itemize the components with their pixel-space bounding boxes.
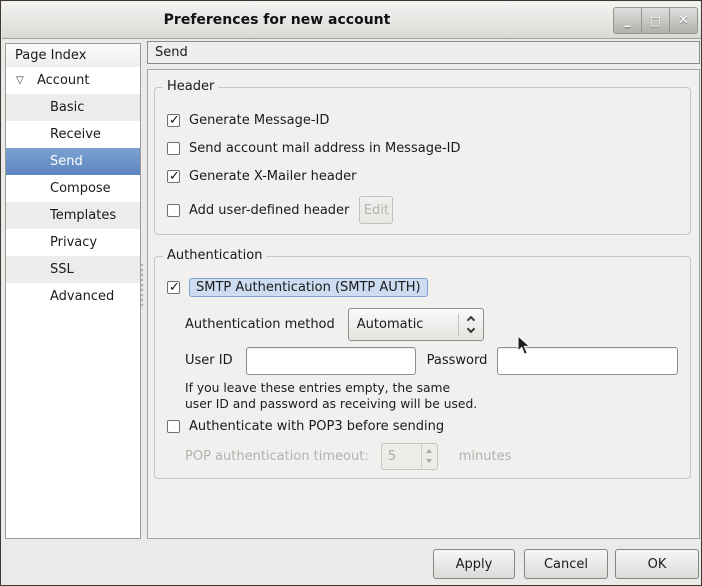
sidebar-item-ssl[interactable]: SSL [6,256,140,283]
user-id-field[interactable] [246,347,416,375]
pop-timeout-row: POP authentication timeout: 5 minutes [155,442,690,470]
auth-method-row: Authentication method Automatic [155,308,690,341]
user-defined-header-row: Add user-defined header Edit [155,196,690,224]
sidebar-item-privacy[interactable]: Privacy [6,229,140,256]
generate-message-id-checkbox[interactable] [167,114,180,127]
smtp-auth-label[interactable]: SMTP Authentication (SMTP AUTH) [189,278,428,297]
pop-timeout-value: 5 [382,449,421,464]
page-title: Send [147,41,700,64]
page-index-tree: ▽ Account Basic Receive Send Compose Tem… [5,67,141,539]
mouse-cursor [517,335,531,356]
auth-method-value: Automatic [357,317,424,332]
sidebar-item-account[interactable]: ▽ Account [6,67,140,94]
minimize-button[interactable]: _ [613,7,642,34]
sidebar-item-send[interactable]: Send [6,148,140,175]
pop-timeout-spinner[interactable]: 5 [381,443,438,470]
credentials-note: If you leave these entries empty, the sa… [185,380,477,412]
smtp-auth-row: SMTP Authentication (SMTP AUTH) [155,275,690,299]
user-defined-header-checkbox[interactable] [167,204,180,217]
auth-method-dropdown[interactable]: Automatic [348,308,484,341]
pop-timeout-unit: minutes [459,449,512,464]
maximize-button[interactable]: □ [641,7,670,34]
send-settings-panel: Header Generate Message-ID Send account … [147,69,700,539]
edit-button[interactable]: Edit [359,196,393,224]
sidebar-item-templates[interactable]: Templates [6,202,140,229]
spinner-arrows-icon[interactable] [421,444,437,469]
pop3-before-send-checkbox[interactable] [167,420,180,433]
user-id-label: User ID [185,353,233,368]
sidebar-item-basic[interactable]: Basic [6,94,140,121]
password-label: Password [427,353,488,368]
pane-splitter-grip[interactable] [140,263,145,309]
pop3-before-send-row: Authenticate with POP3 before sending [155,415,690,437]
sidebar-item-receive[interactable]: Receive [6,121,140,148]
expander-open-icon[interactable]: ▽ [16,75,32,86]
maximize-icon: □ [650,14,661,28]
titlebar[interactable]: Preferences for new account _ □ ✕ [2,2,702,39]
header-frame: Header Generate Message-ID Send account … [154,87,691,235]
ok-button[interactable]: OK [615,549,699,579]
authentication-frame-title: Authentication [163,248,266,263]
page-index-column-header[interactable]: Page Index [5,43,141,68]
authentication-frame: Authentication SMTP Authentication (SMTP… [154,256,691,479]
close-button[interactable]: ✕ [669,7,698,34]
sidebar-item-compose[interactable]: Compose [6,175,140,202]
chevron-up-down-icon [459,317,483,332]
generate-x-mailer-row: Generate X-Mailer header [155,166,690,186]
credentials-row: User ID Password [155,346,690,375]
sidebar-item-advanced[interactable]: Advanced [6,283,140,310]
cancel-button[interactable]: Cancel [524,549,608,579]
smtp-auth-checkbox[interactable] [167,281,180,294]
auth-method-label: Authentication method [185,317,335,332]
window-controls: _ □ ✕ [614,7,698,34]
pop-timeout-label: POP authentication timeout: [185,449,369,464]
generate-x-mailer-checkbox[interactable] [167,170,180,183]
send-account-address-checkbox[interactable] [167,142,180,155]
apply-button[interactable]: Apply [433,549,515,579]
minimize-icon: _ [624,4,631,38]
header-frame-title: Header [163,79,218,94]
generate-message-id-row: Generate Message-ID [155,110,690,130]
send-account-address-row: Send account mail address in Message-ID [155,138,690,158]
preferences-window: Preferences for new account _ □ ✕ Page I… [0,0,702,586]
window-title: Preferences for new account [2,2,702,38]
close-icon: ✕ [678,13,689,28]
